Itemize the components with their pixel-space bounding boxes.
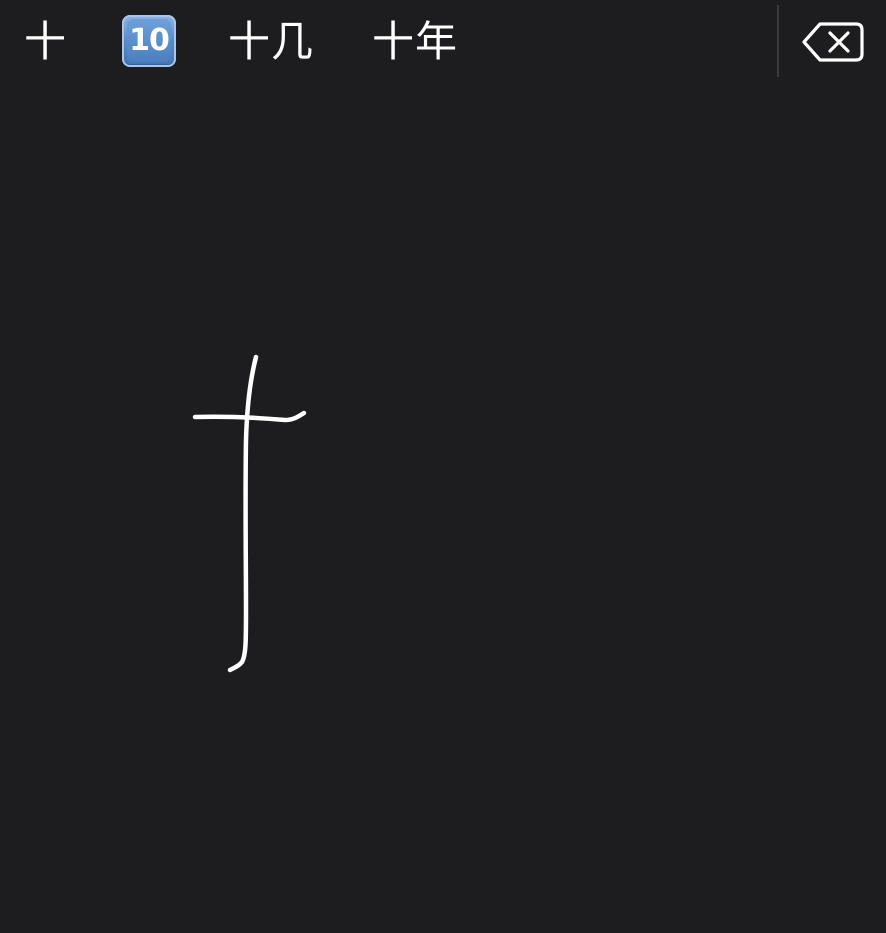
backspace-icon [802, 22, 864, 62]
handwriting-ink [192, 354, 307, 673]
candidate-keycap-ten-emoji[interactable]: 10 [122, 15, 176, 67]
candidate-shi-ji[interactable]: 十几 [228, 14, 314, 70]
keycap-ten-emoji-icon: 10 [127, 19, 171, 62]
candidate-shi-nian[interactable]: 十年 [372, 14, 458, 70]
candidate-bar: 十 10 十几 十年 [0, 0, 886, 84]
candidate-shi[interactable]: 十 [24, 14, 67, 70]
candidate-divider [777, 5, 779, 77]
handwriting-canvas[interactable] [0, 84, 886, 929]
ink-stroke-vertical [227, 354, 259, 673]
delete-button[interactable] [800, 18, 866, 66]
